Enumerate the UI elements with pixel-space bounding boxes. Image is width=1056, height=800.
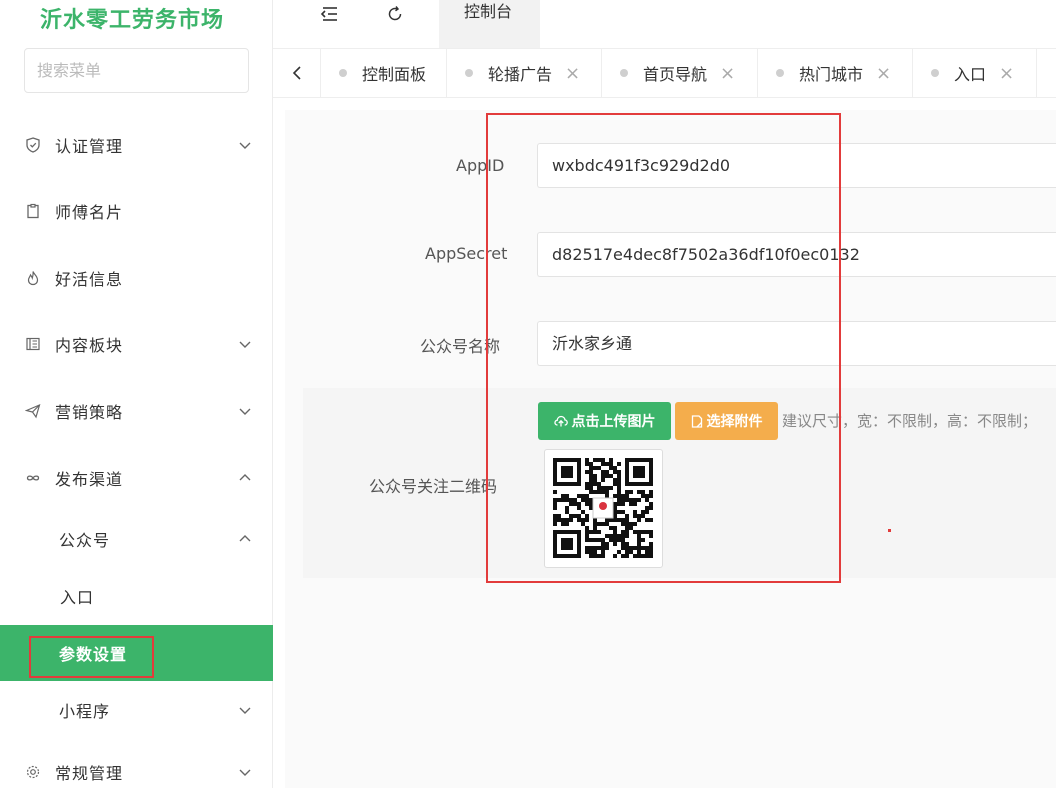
sidebar-item-label: 好活信息	[55, 270, 124, 289]
chevron-down-icon	[239, 142, 251, 149]
close-icon[interactable]: ×	[565, 63, 580, 84]
tab-label: 轮播广告	[488, 65, 553, 84]
top-bar: 控制台	[273, 0, 1056, 48]
sidebar-item-label: 师傅名片	[55, 203, 124, 222]
highlight-box-form	[486, 113, 841, 583]
sidebar-item-label: 入口	[60, 588, 95, 607]
shield-icon	[24, 136, 42, 154]
close-icon[interactable]: ×	[999, 63, 1014, 84]
tab-status-dot	[931, 69, 939, 77]
menu-search-input[interactable]: 搜索菜单	[24, 48, 249, 93]
sidebar-item-content-blocks[interactable]: 内容板块	[0, 316, 273, 372]
tab-status-dot	[465, 69, 473, 77]
sidebar-item-label: 常规管理	[55, 764, 124, 783]
tab-scroll-left-button[interactable]	[273, 49, 321, 97]
tab-dashboard[interactable]: 控制面板	[321, 49, 447, 97]
chevron-up-icon	[239, 474, 251, 481]
sidebar-item-label: 内容板块	[55, 336, 124, 355]
tab-label: 控制面板	[362, 65, 427, 84]
gear-icon	[24, 763, 42, 781]
tab-label: 热门城市	[799, 65, 864, 84]
sidebar-item-mini-program[interactable]: 小程序	[0, 682, 273, 738]
chevron-down-icon	[239, 341, 251, 348]
sidebar-item-label: 公众号	[59, 531, 111, 550]
chevron-left-icon	[292, 66, 301, 80]
sidebar: 沂水零工劳务市场 搜索菜单 认证管理 师傅名片 好活信息 内容板块 营销策略 发…	[0, 0, 273, 788]
sidebar-item-label: 认证管理	[55, 137, 124, 156]
sidebar-item-master-card[interactable]: 师傅名片	[0, 183, 273, 239]
tab-label: 入口	[954, 65, 987, 84]
close-icon[interactable]: ×	[720, 63, 735, 84]
tab-entry[interactable]: 入口 ×	[913, 49, 1037, 97]
chevron-down-icon	[239, 707, 251, 714]
chevron-down-icon	[239, 769, 251, 776]
infinity-icon	[24, 469, 42, 487]
sidebar-item-entry[interactable]: 入口	[0, 568, 273, 624]
tab-home-nav[interactable]: 首页导航 ×	[602, 49, 758, 97]
menu-collapse-icon[interactable]	[317, 2, 341, 26]
sidebar-item-official-account[interactable]: 公众号	[0, 511, 273, 567]
send-icon	[24, 402, 42, 420]
sidebar-item-publish-channels[interactable]: 发布渠道	[0, 450, 273, 506]
sidebar-item-job-info[interactable]: 好活信息	[0, 250, 273, 306]
sidebar-item-general-management[interactable]: 常规管理	[0, 744, 273, 800]
tab-status-dot	[620, 69, 628, 77]
highlight-box-sidebar	[29, 636, 154, 678]
sidebar-item-label: 发布渠道	[55, 470, 124, 489]
tab-status-dot	[339, 69, 347, 77]
tab-label: 首页导航	[643, 65, 708, 84]
sidebar-item-marketing[interactable]: 营销策略	[0, 383, 273, 439]
tab-carousel-ads[interactable]: 轮播广告 ×	[447, 49, 602, 97]
tab-hot-cities[interactable]: 热门城市 ×	[758, 49, 913, 97]
fire-icon	[24, 269, 42, 287]
chevron-down-icon	[239, 408, 251, 415]
book-icon	[24, 335, 42, 353]
tab-bar: 控制面板 轮播广告 × 首页导航 × 热门城市 × 入口 ×	[273, 48, 1056, 98]
tab-status-dot	[776, 69, 784, 77]
refresh-icon[interactable]	[383, 2, 407, 26]
qrcode-label: 公众号关注二维码	[369, 477, 498, 496]
clipboard-icon	[24, 202, 42, 220]
chevron-up-icon	[239, 535, 251, 542]
tab-parameter-settings[interactable]	[1037, 49, 1056, 97]
red-marker-dot	[888, 529, 891, 532]
close-icon[interactable]: ×	[876, 63, 891, 84]
brand-title: 沂水零工劳务市场	[40, 8, 225, 33]
sidebar-item-label: 小程序	[59, 702, 111, 721]
tab-console[interactable]: 控制台	[439, 0, 540, 48]
sidebar-item-label: 营销策略	[55, 403, 124, 422]
sidebar-item-certification[interactable]: 认证管理	[0, 117, 273, 173]
